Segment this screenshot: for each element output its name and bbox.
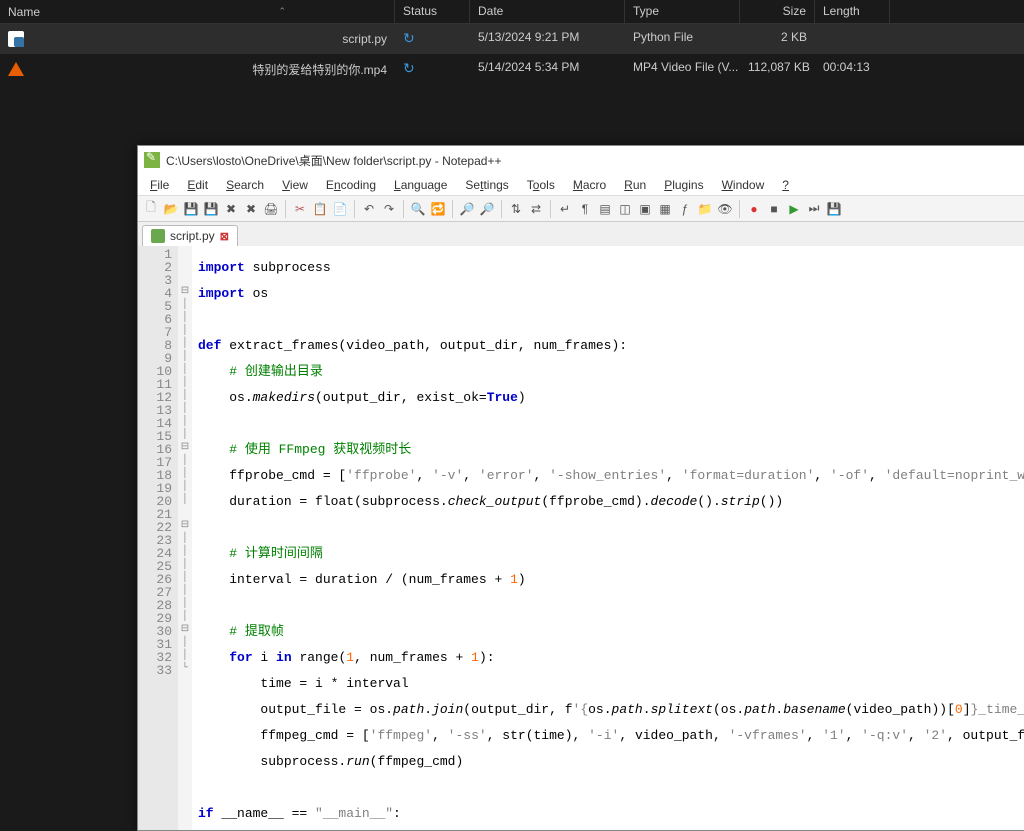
wordwrap-icon[interactable]: ↵	[556, 200, 574, 218]
monitor-icon[interactable]: 👁	[716, 200, 734, 218]
folder-icon[interactable]: 📁	[696, 200, 714, 218]
menu-view[interactable]: View	[274, 176, 316, 194]
file-type: MP4 Video File (V...	[625, 54, 740, 84]
menu-encoding[interactable]: Encoding	[318, 176, 384, 194]
file-name: script.py	[342, 32, 387, 46]
window-title: C:\Users\losto\OneDrive\桌面\New folder\sc…	[166, 152, 501, 169]
tab-bar: script.py ⊠	[138, 222, 1024, 246]
fold-column[interactable]: ⊟│││││││││││⊟││││⊟│││││││⊟││└	[178, 246, 192, 830]
save-all-icon[interactable]: 💾	[202, 200, 220, 218]
find-icon[interactable]: 🔍	[409, 200, 427, 218]
save-icon[interactable]: 💾	[182, 200, 200, 218]
zoom-in-icon[interactable]: 🔎	[458, 200, 476, 218]
paste-icon[interactable]: 📄	[331, 200, 349, 218]
close-all-icon[interactable]: ✖	[242, 200, 260, 218]
col-size[interactable]: Size	[740, 0, 815, 23]
separator	[739, 200, 740, 218]
col-status[interactable]: Status	[395, 0, 470, 23]
separator	[403, 200, 404, 218]
file-size: 112,087 KB	[740, 54, 815, 84]
separator	[452, 200, 453, 218]
explorer-header: Name⌃ Status Date Type Size Length	[0, 0, 1024, 24]
all-chars-icon[interactable]: ¶	[576, 200, 594, 218]
menu-tools[interactable]: Tools	[519, 176, 563, 194]
title-bar[interactable]: C:\Users\losto\OneDrive\桌面\New folder\sc…	[138, 146, 1024, 174]
menu-plugins[interactable]: Plugins	[656, 176, 711, 194]
separator	[354, 200, 355, 218]
indent-guide-icon[interactable]: ▤	[596, 200, 614, 218]
copy-icon[interactable]: 📋	[311, 200, 329, 218]
new-file-icon[interactable]: 🗋	[142, 200, 160, 218]
replace-icon[interactable]: 🔁	[429, 200, 447, 218]
doc-map-icon[interactable]: ▣	[636, 200, 654, 218]
sync-icon: ↻	[403, 60, 415, 76]
col-name[interactable]: Name⌃	[0, 0, 395, 23]
sort-caret-icon: ⌃	[278, 6, 286, 17]
sync-h-icon[interactable]: ⇄	[527, 200, 545, 218]
file-name: 特别的爱给特别的你.mp4	[252, 61, 387, 78]
menu-edit[interactable]: Edit	[179, 176, 216, 194]
menu-file[interactable]: File	[142, 176, 177, 194]
func-list-icon[interactable]: ƒ	[676, 200, 694, 218]
close-icon[interactable]: ✖	[222, 200, 240, 218]
menu-run[interactable]: Run	[616, 176, 654, 194]
line-numbers: 1234567891011121314151617181920212223242…	[138, 246, 178, 830]
editor-pane: 1234567891011121314151617181920212223242…	[138, 246, 1024, 830]
separator	[285, 200, 286, 218]
menu-language[interactable]: Language	[386, 176, 455, 194]
python-file-icon	[8, 31, 24, 47]
file-length: 00:04:13	[815, 54, 890, 84]
toolbar: 🗋 📂 💾 💾 ✖ ✖ 🖨 ✂ 📋 📄 ↶ ↷ 🔍 🔁 🔎 🔎 ⇅ ⇄ ↵ ¶ …	[138, 196, 1024, 222]
file-size: 2 KB	[740, 24, 815, 54]
file-length	[815, 24, 890, 54]
notepad-plus-plus-window: C:\Users\losto\OneDrive\桌面\New folder\sc…	[137, 145, 1024, 831]
table-row[interactable]: script.py ↻ 5/13/2024 9:21 PM Python Fil…	[0, 24, 1024, 54]
play-icon[interactable]: ▶	[785, 200, 803, 218]
menu-window[interactable]: Window	[714, 176, 773, 194]
file-explorer: Name⌃ Status Date Type Size Length scrip…	[0, 0, 1024, 84]
table-row[interactable]: 特别的爱给特别的你.mp4 ↻ 5/14/2024 5:34 PM MP4 Vi…	[0, 54, 1024, 84]
sync-v-icon[interactable]: ⇅	[507, 200, 525, 218]
close-tab-icon[interactable]: ⊠	[220, 230, 229, 243]
redo-icon[interactable]: ↷	[380, 200, 398, 218]
file-icon	[151, 229, 165, 243]
play-multi-icon[interactable]: ⏭	[805, 200, 823, 218]
file-type: Python File	[625, 24, 740, 54]
menu-help[interactable]: ?	[774, 176, 797, 194]
col-date[interactable]: Date	[470, 0, 625, 23]
undo-icon[interactable]: ↶	[360, 200, 378, 218]
sync-icon: ↻	[403, 30, 415, 46]
tab-script-py[interactable]: script.py ⊠	[142, 225, 238, 246]
record-icon[interactable]: ●	[745, 200, 763, 218]
tab-label: script.py	[170, 229, 215, 243]
open-file-icon[interactable]: 📂	[162, 200, 180, 218]
zoom-out-icon[interactable]: 🔎	[478, 200, 496, 218]
menu-bar: File Edit Search View Encoding Language …	[138, 174, 1024, 196]
menu-macro[interactable]: Macro	[565, 176, 614, 194]
save-macro-icon[interactable]: 💾	[825, 200, 843, 218]
cut-icon[interactable]: ✂	[291, 200, 309, 218]
notepad-plus-plus-icon	[144, 152, 160, 168]
file-date: 5/14/2024 5:34 PM	[470, 54, 625, 84]
doc-list-icon[interactable]: ▦	[656, 200, 674, 218]
separator	[501, 200, 502, 218]
print-icon[interactable]: 🖨	[262, 200, 280, 218]
stop-icon[interactable]: ■	[765, 200, 783, 218]
col-type[interactable]: Type	[625, 0, 740, 23]
file-date: 5/13/2024 9:21 PM	[470, 24, 625, 54]
code-area[interactable]: import subprocess import os def extract_…	[192, 246, 1024, 830]
menu-settings[interactable]: Settings	[457, 176, 516, 194]
lang-icon[interactable]: ◫	[616, 200, 634, 218]
separator	[550, 200, 551, 218]
vlc-file-icon	[8, 62, 24, 76]
col-length[interactable]: Length	[815, 0, 890, 23]
menu-search[interactable]: Search	[218, 176, 272, 194]
